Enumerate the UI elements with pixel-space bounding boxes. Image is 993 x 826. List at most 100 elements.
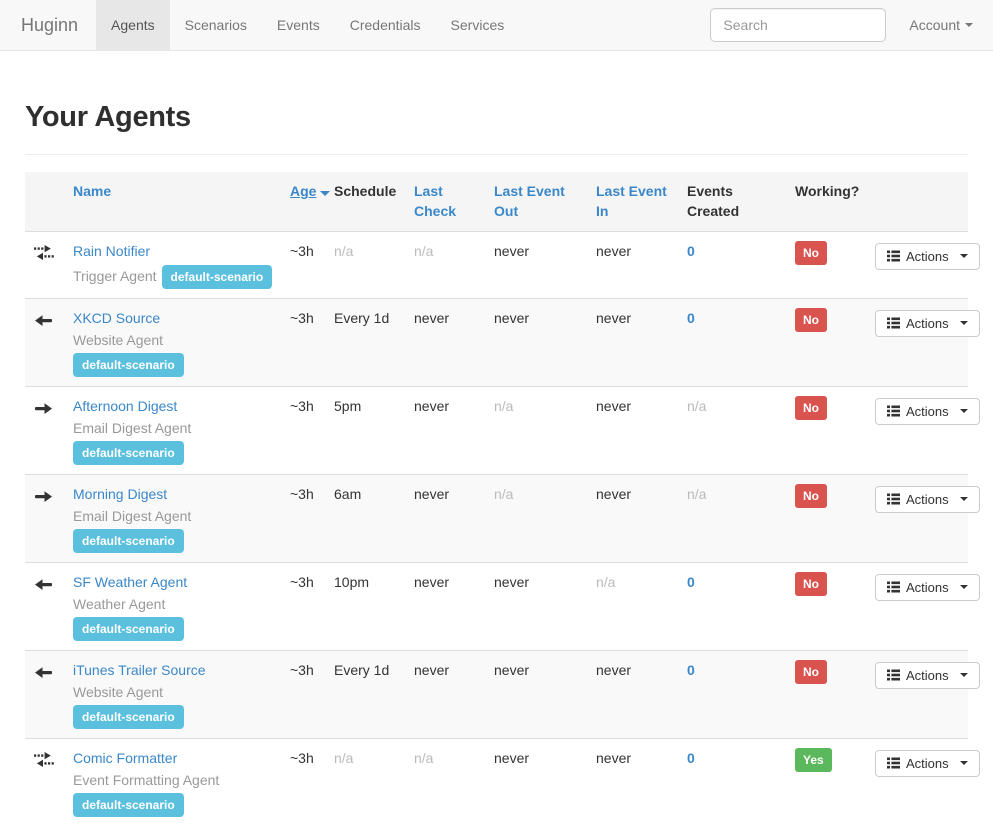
navbar: Huginn Agents Scenarios Events Credentia… [0, 0, 993, 51]
sort-caret-icon [320, 191, 330, 196]
nav-item-events[interactable]: Events [262, 0, 335, 50]
caret-down-icon [965, 23, 973, 27]
nav-item-services[interactable]: Services [436, 0, 520, 50]
agent-name-link[interactable]: Afternoon Digest [73, 398, 177, 414]
agent-type-label: Email Digest Agent [73, 508, 191, 524]
nav-item-credentials[interactable]: Credentials [335, 0, 436, 50]
list-icon [887, 250, 900, 262]
actions-button-label: Actions [906, 316, 949, 331]
actions-button-label: Actions [906, 580, 949, 595]
arrow-left-icon [34, 578, 53, 594]
column-header-name[interactable]: Name [73, 183, 111, 199]
actions-button[interactable]: Actions [875, 486, 980, 513]
schedule-cell: 10pm [334, 574, 369, 590]
last-check-cell: n/a [414, 750, 433, 766]
column-header-last-event-in[interactable]: Last Event In [596, 183, 667, 219]
table-row: Morning Digest Email Digest Agent default-… [25, 474, 968, 562]
actions-button[interactable]: Actions [875, 662, 980, 689]
events-created-link[interactable]: 0 [687, 243, 695, 259]
agent-name-link[interactable]: SF Weather Agent [73, 574, 187, 590]
column-header-events-created: Events Created [687, 183, 739, 219]
navbar-right: Account [710, 0, 993, 50]
nav-item-agents[interactable]: Agents [96, 0, 170, 50]
agent-name-link[interactable]: Morning Digest [73, 486, 167, 502]
scenario-badge[interactable]: default-scenario [73, 529, 184, 553]
agents-table-body: Rain NotifierTrigger Agentdefault-scenar… [25, 231, 968, 826]
actions-button-label: Actions [906, 756, 949, 771]
events-created-cell: n/a [687, 486, 706, 502]
scenario-badge[interactable]: default-scenario [73, 353, 184, 377]
events-created-link[interactable]: 0 [687, 574, 695, 590]
actions-button[interactable]: Actions [875, 243, 980, 270]
last-check-cell: n/a [414, 243, 433, 259]
schedule-cell: n/a [334, 243, 353, 259]
working-badge: No [795, 660, 827, 684]
arrow-left-icon [34, 314, 53, 330]
transfer-icon [34, 754, 54, 770]
working-badge: Yes [795, 748, 832, 772]
arrow-left-icon [34, 666, 53, 682]
agent-name-link[interactable]: XKCD Source [73, 310, 160, 326]
table-row: Afternoon DigestEmail Digest Agentdefaul… [25, 386, 968, 474]
age-cell: ~3h [290, 662, 314, 678]
agent-name-link[interactable]: iTunes Trailer Source [73, 662, 206, 678]
table-row: XKCD Source Website Agent default-scenario… [25, 298, 968, 386]
last-event-in-cell: n/a [596, 574, 615, 590]
last-event-out-cell: n/a [494, 398, 513, 414]
agent-name-link[interactable]: Comic Formatter [73, 750, 177, 766]
actions-button[interactable]: Actions [875, 750, 980, 777]
column-header-age[interactable]: Age [290, 183, 316, 199]
column-header-working: Working? [795, 183, 859, 199]
list-icon [887, 405, 900, 417]
brand-link[interactable]: Huginn [0, 0, 96, 50]
list-icon [887, 317, 900, 329]
schedule-cell: Every 1d [334, 310, 389, 326]
caret-down-icon [960, 321, 968, 325]
actions-button[interactable]: Actions [875, 310, 980, 337]
working-badge: No [795, 484, 827, 508]
agents-table: Name Age Schedule Last Check Last Event … [25, 172, 968, 826]
scenario-badge[interactable]: default-scenario [73, 441, 184, 465]
list-icon [887, 493, 900, 505]
events-created-link[interactable]: 0 [687, 662, 695, 678]
caret-down-icon [960, 254, 968, 258]
scenario-badge[interactable]: default-scenario [162, 265, 273, 289]
caret-down-icon [960, 497, 968, 501]
last-event-out-cell: never [494, 750, 529, 766]
last-check-cell: never [414, 398, 449, 414]
last-event-out-cell: never [494, 574, 529, 590]
last-event-in-cell: never [596, 243, 631, 259]
agent-type-label: Website Agent [73, 332, 163, 348]
search-input[interactable] [710, 8, 886, 42]
working-badge: No [795, 308, 827, 332]
agent-name-link[interactable]: Rain Notifier [73, 243, 150, 259]
scenario-badge[interactable]: default-scenario [73, 793, 184, 817]
actions-button[interactable]: Actions [875, 398, 980, 425]
events-created-link[interactable]: 0 [687, 750, 695, 766]
nav-item-scenarios[interactable]: Scenarios [170, 0, 262, 50]
schedule-cell: 6am [334, 486, 361, 502]
age-cell: ~3h [290, 398, 314, 414]
column-header-last-check[interactable]: Last Check [414, 183, 456, 219]
scenario-badge[interactable]: default-scenario [73, 617, 184, 641]
last-check-cell: never [414, 662, 449, 678]
caret-down-icon [960, 673, 968, 677]
actions-button-label: Actions [906, 492, 949, 507]
divider [25, 154, 968, 155]
last-check-cell: never [414, 574, 449, 590]
account-menu[interactable]: Account [904, 17, 978, 33]
working-badge: No [795, 572, 827, 596]
age-cell: ~3h [290, 486, 314, 502]
last-event-out-cell: n/a [494, 486, 513, 502]
main-content: Your Agents Name Age Schedule Last Check… [0, 101, 993, 826]
actions-button[interactable]: Actions [875, 574, 980, 601]
working-badge: No [795, 396, 827, 420]
table-row: SF Weather AgentWeather Agentdefault-sce… [25, 562, 968, 650]
age-cell: ~3h [290, 574, 314, 590]
events-created-link[interactable]: 0 [687, 310, 695, 326]
age-cell: ~3h [290, 243, 314, 259]
list-icon [887, 581, 900, 593]
actions-button-label: Actions [906, 249, 949, 264]
column-header-last-event-out[interactable]: Last Event Out [494, 183, 565, 219]
scenario-badge[interactable]: default-scenario [73, 705, 184, 729]
